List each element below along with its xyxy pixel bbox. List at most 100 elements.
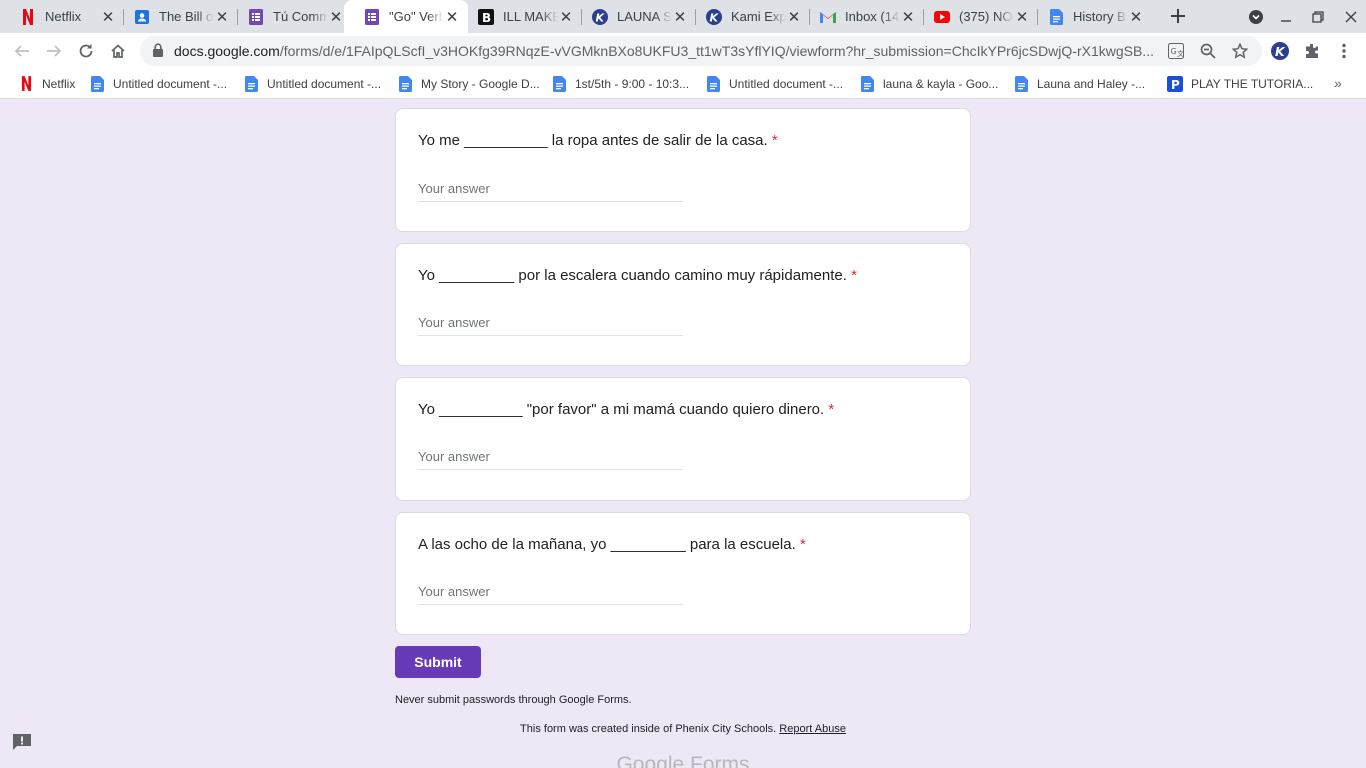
tab-close-icon[interactable]: ✕ xyxy=(328,9,344,26)
tab-title: The Bill of Rights xyxy=(159,9,214,24)
question-text: Yo _________ por la escalera cuando cami… xyxy=(418,267,847,284)
feedback-icon[interactable] xyxy=(12,733,32,751)
bookmark-label: PLAY THE TUTORIA... xyxy=(1191,76,1314,91)
submit-button[interactable]: Submit xyxy=(395,646,481,678)
svg-text:G: G xyxy=(1171,47,1177,56)
svg-text:B: B xyxy=(482,11,491,25)
netflix-icon xyxy=(20,8,36,25)
docs-icon xyxy=(397,75,413,92)
bookmark-launa-kayla[interactable]: launa & kayla - Goo... xyxy=(859,69,998,98)
required-mark: * xyxy=(771,132,778,149)
bookmark-label: Untitled document -... xyxy=(729,76,844,91)
bookmark-1st-5th[interactable]: 1st/5th - 9:00 - 10:3... xyxy=(551,69,689,98)
docs-icon xyxy=(1013,75,1029,92)
svg-text:P: P xyxy=(1171,78,1180,92)
tab-bill-of-rights[interactable]: The Bill of Rights ✕ xyxy=(114,0,238,33)
required-mark: * xyxy=(799,536,806,553)
bookmark-label: Untitled document -... xyxy=(267,76,382,91)
password-notice: Never submit passwords through Google Fo… xyxy=(395,694,632,706)
tab-search-icon[interactable] xyxy=(1241,0,1271,33)
bookmark-star-icon[interactable] xyxy=(1230,41,1250,61)
tab-history[interactable]: History B ✕ xyxy=(1028,0,1152,33)
netflix-icon xyxy=(18,76,34,92)
tab-go-verbs[interactable]: "Go" Verbs ✕ xyxy=(344,0,468,33)
zoom-icon[interactable] xyxy=(1198,41,1218,61)
tab-title: Tú Commands xyxy=(273,9,328,24)
tab-title: LAUNA S xyxy=(617,9,672,24)
window-close-icon[interactable] xyxy=(1336,0,1366,33)
docs-icon xyxy=(89,75,105,92)
svg-text:K: K xyxy=(596,11,606,24)
kami-extension-icon[interactable]: K xyxy=(1270,41,1290,61)
tab-kami-export[interactable]: K Kami Export ✕ xyxy=(686,0,810,33)
tab-title: ILL MAKE xyxy=(503,9,558,24)
required-mark: * xyxy=(828,401,835,418)
minimize-icon[interactable] xyxy=(1271,0,1301,33)
google-forms-logo: Google Forms xyxy=(616,753,750,768)
svg-text:文: 文 xyxy=(1177,49,1184,58)
bookmark-netflix[interactable]: Netflix xyxy=(18,69,75,98)
bookmarks-bar: Netflix Untitled document -... Untitled … xyxy=(0,69,1366,99)
svg-text:K: K xyxy=(1275,45,1286,59)
footer-text: This form was created inside of Phenix C… xyxy=(520,723,777,735)
answer-input[interactable]: Your answer xyxy=(418,180,683,202)
question-title: Yo me __________ la ropa antes de salir … xyxy=(418,132,778,149)
bookmark-untitled-1[interactable]: Untitled document -... xyxy=(89,69,227,98)
question-card: A las ocho de la mañana, yo _________ pa… xyxy=(395,512,971,635)
new-tab-button[interactable] xyxy=(1166,4,1190,28)
tab-launa[interactable]: K LAUNA S ✕ xyxy=(572,0,696,33)
question-text: Yo me __________ la ropa antes de salir … xyxy=(418,132,768,149)
question-title: Yo _________ por la escalera cuando cami… xyxy=(418,267,857,284)
tab-netflix[interactable]: Netflix ✕ xyxy=(0,0,124,33)
bookmark-label: Netflix xyxy=(42,76,76,91)
docs-icon xyxy=(859,75,875,92)
tab-ill-make[interactable]: B ILL MAKE ✕ xyxy=(458,0,582,33)
reload-icon[interactable] xyxy=(72,37,100,65)
menu-icon[interactable] xyxy=(1334,41,1354,61)
tab-close-icon[interactable]: ✕ xyxy=(1128,9,1144,26)
tab-title: Netflix xyxy=(45,9,82,24)
required-mark: * xyxy=(851,267,857,284)
bookmark-launa-haley[interactable]: Launa and Haley -... xyxy=(1013,69,1145,98)
answer-input[interactable]: Your answer xyxy=(418,448,683,470)
form-footer: This form was created inside of Phenix C… xyxy=(0,723,1366,735)
bookmark-label: 1st/5th - 9:00 - 10:3... xyxy=(575,76,690,91)
p-icon: P xyxy=(1167,75,1183,92)
bookmark-label: My Story - Google D... xyxy=(421,76,540,91)
question-card: Yo me __________ la ropa antes de salir … xyxy=(395,108,971,232)
url-text[interactable]: docs.google.com/forms/d/e/1FAIpQLScfI_v3… xyxy=(174,43,1164,59)
tab-tu-commands[interactable]: Tú Commands ✕ xyxy=(228,0,352,33)
gmail-icon xyxy=(820,9,836,25)
restore-icon[interactable] xyxy=(1303,0,1333,33)
question-text: Yo __________ "por favor" a mi mamá cuan… xyxy=(418,401,825,418)
bookmark-play-tutorial[interactable]: P PLAY THE TUTORIA... xyxy=(1167,69,1313,98)
back-icon[interactable] xyxy=(8,37,36,65)
tab-youtube[interactable]: (375) NO ✕ xyxy=(914,0,1038,33)
contacts-icon xyxy=(134,9,150,25)
answer-input[interactable]: Your answer xyxy=(418,583,683,605)
report-abuse-link[interactable]: Report Abuse xyxy=(779,723,846,735)
bookmark-label: launa & kayla - Goo... xyxy=(883,76,999,91)
tab-title: Inbox (14 xyxy=(845,9,900,24)
address-bar[interactable]: docs.google.com/forms/d/e/1FAIpQLScfI_v3… xyxy=(140,36,1262,66)
tab-inbox[interactable]: Inbox (14 ✕ xyxy=(800,0,924,33)
question-text: A las ocho de la mañana, yo _________ pa… xyxy=(418,536,796,553)
extensions-icon[interactable] xyxy=(1302,41,1322,61)
bookmark-untitled-3[interactable]: Untitled document -... xyxy=(705,69,843,98)
tab-title: History B xyxy=(1073,9,1126,24)
lock-icon[interactable] xyxy=(152,43,164,63)
home-icon[interactable] xyxy=(104,37,132,65)
translate-icon[interactable]: G文 xyxy=(1166,41,1186,61)
b-icon: B xyxy=(478,8,494,25)
forms-icon xyxy=(248,8,264,25)
bookmark-label: Launa and Haley -... xyxy=(1037,76,1146,91)
answer-input[interactable]: Your answer xyxy=(418,314,683,336)
url-path: /forms/d/e/1FAIpQLScfI_v3HOKfg39RNqzE-vV… xyxy=(279,43,1154,59)
docs-icon xyxy=(1048,8,1064,25)
svg-text:K: K xyxy=(710,11,720,24)
forward-icon[interactable] xyxy=(40,37,68,65)
more-bookmarks-icon[interactable]: » xyxy=(1334,75,1342,91)
bookmark-my-story[interactable]: My Story - Google D... xyxy=(397,69,540,98)
bookmark-untitled-2[interactable]: Untitled document -... xyxy=(243,69,381,98)
docs-icon xyxy=(705,75,721,92)
